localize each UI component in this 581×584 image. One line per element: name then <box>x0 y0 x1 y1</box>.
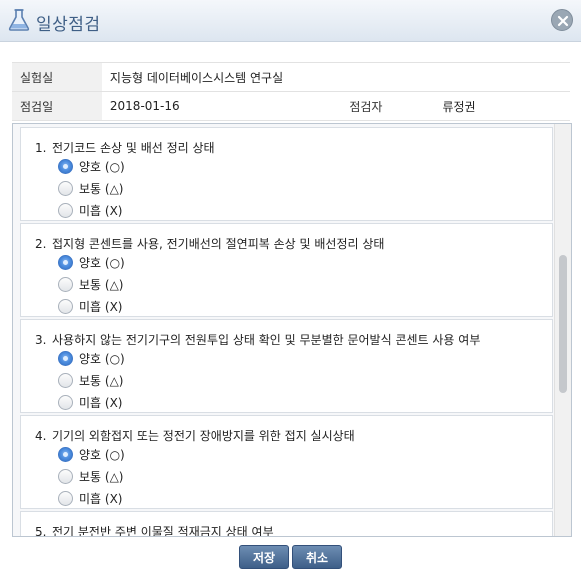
option-good[interactable]: 양호 (○) <box>58 349 125 367</box>
inspector-label: 점검자 <box>343 91 435 121</box>
option-normal[interactable]: 보통 (△) <box>58 275 124 293</box>
question-text: 3. 사용하지 않는 전기기구의 전원투입 상태 확인 및 무분별한 문어발식 콘… <box>35 333 481 347</box>
radio-button[interactable] <box>58 372 73 388</box>
option-poor[interactable]: 미흡 (X) <box>58 297 122 315</box>
question-text: 2. 접지형 콘센트를 사용, 전기배선의 절연피복 손상 및 배선정리 상태 <box>35 237 385 251</box>
checklist-item-1: 1. 전기코드 손상 및 배선 정리 상태 양호 (○) 보통 (△) 미흡 (X… <box>20 127 553 221</box>
info-row-lab: 실험실 지능형 데이터베이스시스템 연구실 <box>12 62 570 92</box>
info-table: 실험실 지능형 데이터베이스시스템 연구실 점검일 2018-01-16 점검자… <box>12 62 570 121</box>
close-button[interactable] <box>551 9 573 31</box>
dialog-title: 일상점검 <box>36 15 101 35</box>
info-row-date: 점검일 2018-01-16 점검자 류정권 <box>12 91 570 121</box>
checklist-scroll-area[interactable]: 1. 전기코드 손상 및 배선 정리 상태 양호 (○) 보통 (△) 미흡 (X… <box>12 123 572 537</box>
option-normal[interactable]: 보통 (△) <box>58 467 124 485</box>
option-poor[interactable]: 미흡 (X) <box>58 201 122 219</box>
option-poor[interactable]: 미흡 (X) <box>58 489 122 507</box>
scrollbar[interactable] <box>554 124 571 536</box>
checklist-item-3: 3. 사용하지 않는 전기기구의 전원투입 상태 확인 및 무분별한 문어발식 콘… <box>20 319 553 413</box>
date-value: 2018-01-16 <box>101 91 344 121</box>
option-normal[interactable]: 보통 (△) <box>58 179 124 197</box>
flask-icon <box>8 9 30 31</box>
question-text: 4. 기기의 외함접지 또는 정전기 장애방지를 위한 접지 실시상태 <box>35 429 355 443</box>
radio-button[interactable] <box>58 394 73 410</box>
close-icon[interactable] <box>557 15 569 27</box>
radio-button[interactable] <box>58 446 73 462</box>
option-normal[interactable]: 보통 (△) <box>58 371 124 389</box>
checklist-item-2: 2. 접지형 콘센트를 사용, 전기배선의 절연피복 손상 및 배선정리 상태 양… <box>20 223 553 317</box>
save-button[interactable]: 저장 <box>239 545 289 569</box>
date-label: 점검일 <box>12 91 102 121</box>
question-text: 1. 전기코드 손상 및 배선 정리 상태 <box>35 141 215 155</box>
radio-button[interactable] <box>58 158 73 174</box>
dialog-titlebar: 일상점검 <box>0 0 581 42</box>
inspector-value: 류정권 <box>434 91 570 121</box>
option-good[interactable]: 양호 (○) <box>58 157 125 175</box>
radio-button[interactable] <box>58 298 73 314</box>
checklist: 1. 전기코드 손상 및 배선 정리 상태 양호 (○) 보통 (△) 미흡 (X… <box>20 127 553 537</box>
checklist-item-5: 5.전기 분전반 주변 이물질 적재금지 상태 여부 양호 (○) 보통 (△)… <box>20 511 553 537</box>
option-good[interactable]: 양호 (○) <box>58 253 125 271</box>
radio-button[interactable] <box>58 490 73 506</box>
checklist-item-4: 4. 기기의 외함접지 또는 정전기 장애방지를 위한 접지 실시상태 양호 (○… <box>20 415 553 509</box>
cancel-button[interactable]: 취소 <box>292 545 342 569</box>
radio-button[interactable] <box>58 180 73 196</box>
option-good[interactable]: 양호 (○) <box>58 445 125 463</box>
lab-label: 실험실 <box>12 62 102 92</box>
scrollbar-thumb[interactable] <box>559 255 567 393</box>
radio-button[interactable] <box>58 350 73 366</box>
radio-button[interactable] <box>58 468 73 484</box>
radio-button[interactable] <box>58 202 73 218</box>
option-poor[interactable]: 미흡 (X) <box>58 393 122 411</box>
radio-button[interactable] <box>58 276 73 292</box>
question-text: 5. 전기 분전반 주변 이물질 적재금지 상태 여부 <box>35 525 274 537</box>
lab-value: 지능형 데이터베이스시스템 연구실 <box>101 62 570 92</box>
radio-button[interactable] <box>58 254 73 270</box>
